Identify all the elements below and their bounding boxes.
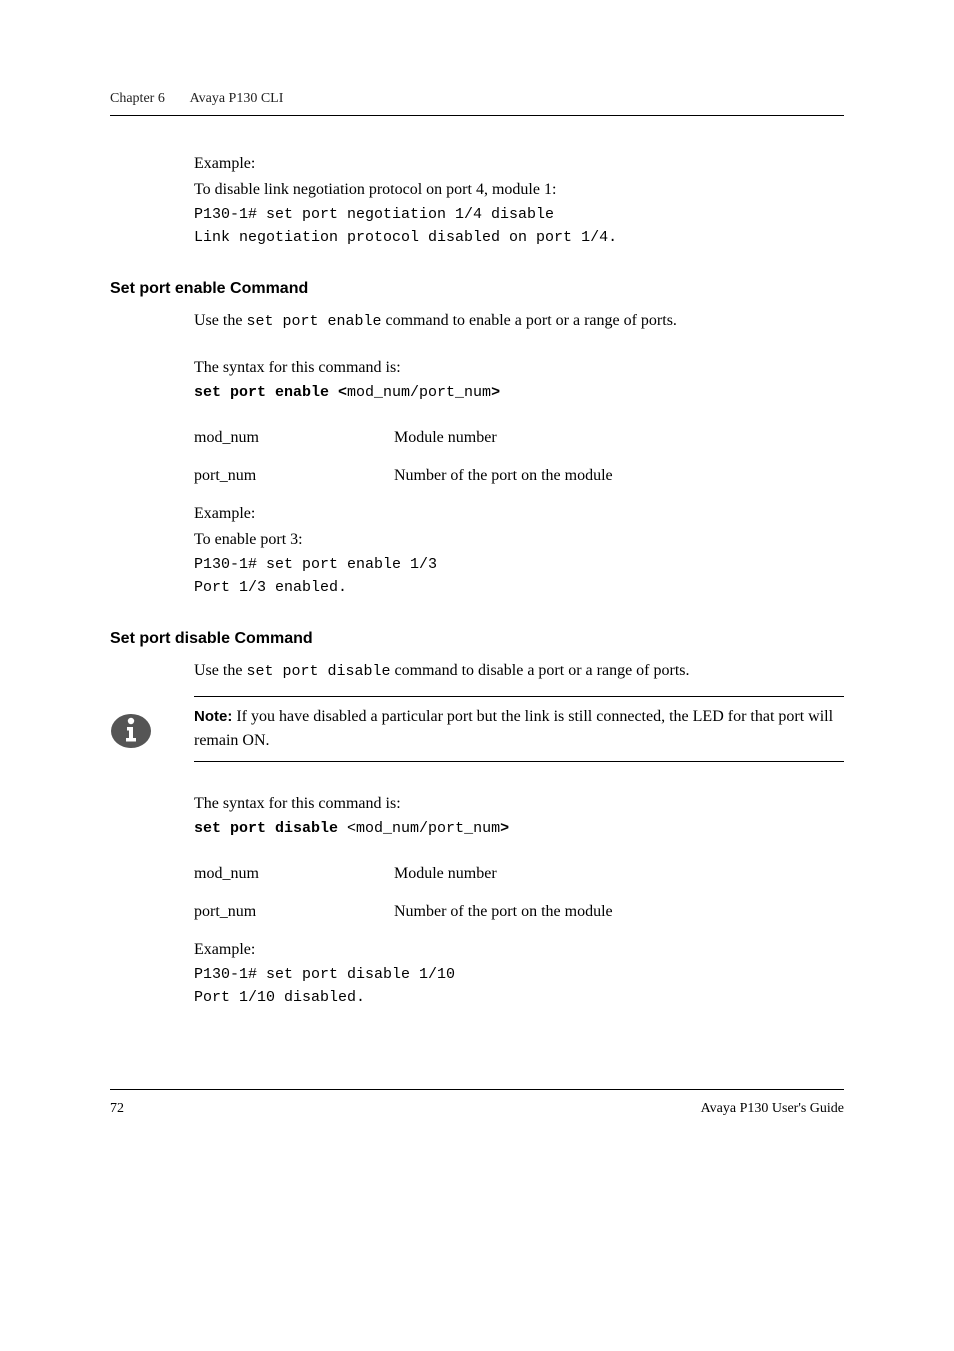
param-desc: Number of the port on the module	[394, 900, 844, 924]
section-heading-enable: Set port enable Command	[110, 277, 844, 301]
info-icon	[110, 710, 152, 752]
inline-code: set port enable	[246, 313, 381, 330]
code-line: P130-1# set port negotiation 1/4 disable	[194, 204, 844, 227]
text-run: Use the	[194, 662, 246, 679]
chapter-title: Avaya P130 CLI	[190, 91, 284, 106]
syntax-close: >	[500, 820, 509, 837]
text-run: command to disable a port or a range of …	[390, 662, 689, 679]
param-name: port_num	[194, 900, 394, 924]
syntax-open: <	[347, 820, 356, 837]
example-label: Example:	[194, 938, 844, 962]
code-line: P130-1# set port enable 1/3	[194, 554, 844, 577]
param-desc: Module number	[394, 426, 844, 450]
note-content: If you have disabled a particular port b…	[194, 708, 833, 749]
syntax-line: set port disable <mod_num/port_num>	[194, 818, 844, 841]
section-heading-disable: Set port disable Command	[110, 627, 844, 651]
param-desc: Number of the port on the module	[394, 464, 844, 488]
page-number: 72	[110, 1098, 124, 1119]
note-top-rule	[194, 696, 844, 697]
example-label: Example:	[194, 152, 844, 176]
code-line: Link negotiation protocol disabled on po…	[194, 227, 844, 250]
syntax-keyword: set port enable <	[194, 384, 347, 401]
code-line: P130-1# set port disable 1/10	[194, 964, 844, 987]
inline-code: set port disable	[246, 663, 390, 680]
note-body: Note: If you have disabled a particular …	[194, 696, 844, 762]
code-line: Port 1/10 disabled.	[194, 987, 844, 1010]
running-header: Chapter 6 Avaya P130 CLI	[110, 88, 844, 109]
note-text: Note: If you have disabled a particular …	[194, 705, 844, 753]
intro-example-block: Example: To disable link negotiation pro…	[194, 152, 844, 249]
guide-title: Avaya P130 User's Guide	[701, 1098, 844, 1119]
header-rule	[110, 115, 844, 116]
text-run: command to enable a port or a range of p…	[381, 312, 676, 329]
syntax-arg: mod_num/port_num	[356, 820, 500, 837]
param-name: mod_num	[194, 426, 394, 450]
syntax-close: >	[491, 384, 500, 401]
syntax-intro: The syntax for this command is:	[194, 792, 844, 816]
chapter-label: Chapter 6	[110, 91, 165, 106]
param-row: port_num Number of the port on the modul…	[194, 464, 844, 488]
syntax-keyword: set port disable	[194, 820, 347, 837]
text-run: Use the	[194, 312, 246, 329]
param-row: mod_num Module number	[194, 426, 844, 450]
param-desc: Module number	[394, 862, 844, 886]
param-row: port_num Number of the port on the modul…	[194, 900, 844, 924]
note-block: Note: If you have disabled a particular …	[110, 696, 844, 762]
example-description: To disable link negotiation protocol on …	[194, 178, 844, 202]
syntax-intro: The syntax for this command is:	[194, 356, 844, 380]
example-label: Example:	[194, 502, 844, 526]
enable-param-table: mod_num Module number port_num Number of…	[194, 426, 844, 488]
disable-param-table: mod_num Module number port_num Number of…	[194, 862, 844, 924]
example-description: To enable port 3:	[194, 528, 844, 552]
syntax-arg: mod_num/port_num	[347, 384, 491, 401]
param-name: mod_num	[194, 862, 394, 886]
note-bottom-rule	[194, 761, 844, 762]
param-name: port_num	[194, 464, 394, 488]
syntax-line: set port enable <mod_num/port_num>	[194, 382, 844, 405]
param-row: mod_num Module number	[194, 862, 844, 886]
enable-description: Use the set port enable command to enabl…	[194, 309, 844, 334]
note-label: Note:	[194, 708, 232, 725]
disable-description: Use the set port disable command to disa…	[194, 659, 844, 684]
code-line: Port 1/3 enabled.	[194, 577, 844, 600]
page-footer: 72 Avaya P130 User's Guide	[110, 1089, 844, 1119]
